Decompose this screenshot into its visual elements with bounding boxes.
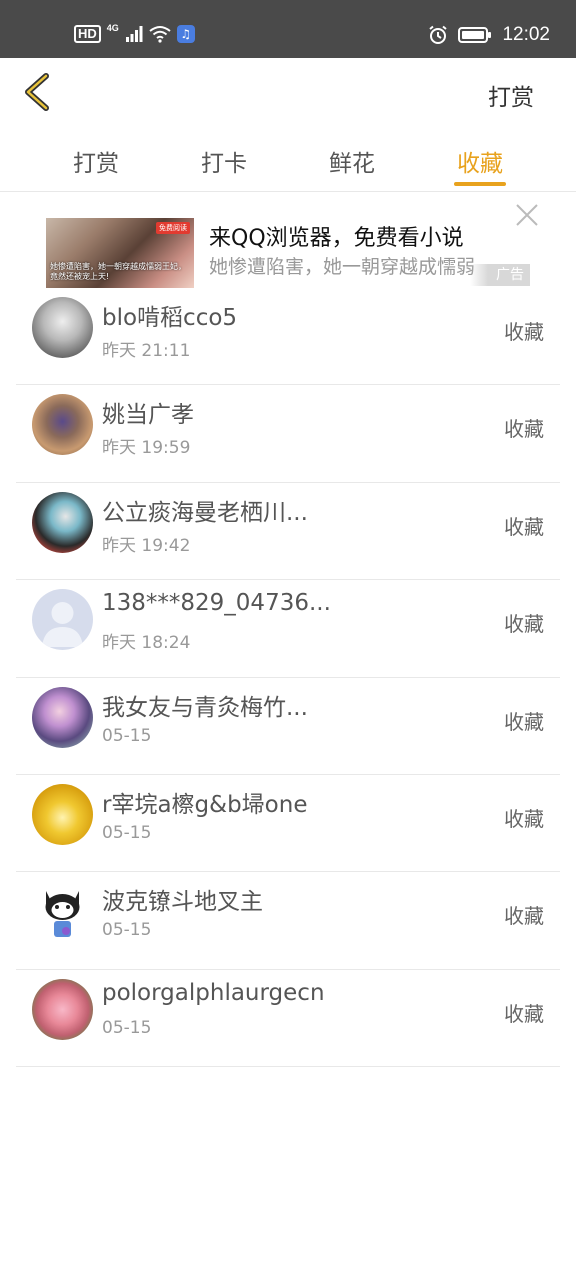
tab-favorites[interactable]: 收藏 <box>440 144 520 178</box>
avatar <box>32 491 93 553</box>
avatar <box>32 686 93 748</box>
favorite-label: 收藏 <box>504 612 544 637</box>
list-item[interactable]: polorgalphlaurgecn 05-15 收藏 <box>16 970 560 1068</box>
avatar <box>32 297 93 358</box>
favorite-label: 收藏 <box>504 1001 544 1026</box>
user-name: r宰垸a檫g&b埽one <box>102 791 308 818</box>
item-time: 昨天 19:42 <box>102 535 191 556</box>
status-right: 12:02 <box>428 22 550 48</box>
close-icon <box>516 204 538 226</box>
list-item[interactable]: 波克镣斗地叉主 05-15 收藏 <box>16 872 560 970</box>
user-name: 我女友与青灸梅竹... <box>102 694 308 721</box>
ad-title[interactable]: 来QQ浏览器，免费看小说 <box>209 220 464 252</box>
ad-description: 她惨遭陷害，她一朝穿越成懦弱 <box>209 256 476 278</box>
favorite-label: 收藏 <box>504 320 544 344</box>
tab-flowers[interactable]: 鲜花 <box>312 144 392 178</box>
favorite-label: 收藏 <box>504 904 544 929</box>
item-time: 05-15 <box>102 725 152 746</box>
avatar <box>32 783 93 845</box>
list-item[interactable]: blo啃稻cco5 昨天 21:11 收藏 <box>16 288 560 386</box>
cat-avatar-icon <box>45 891 80 938</box>
favorite-label: 收藏 <box>504 514 544 539</box>
ad-close-button[interactable] <box>514 202 540 228</box>
hd-icon: HD <box>74 25 101 43</box>
signal-icon <box>125 26 143 42</box>
back-button[interactable] <box>18 70 58 114</box>
avatar <box>32 394 93 456</box>
status-bar: HD 4G ♫ 12:02 <box>0 0 576 58</box>
list-item[interactable]: 姚当广孝 昨天 19:59 收藏 <box>16 385 560 483</box>
tab-reward[interactable]: 打赏 <box>56 144 136 178</box>
avatar <box>32 881 93 943</box>
clock: 12:02 <box>502 24 550 45</box>
item-time: 05-15 <box>102 1017 152 1038</box>
favorites-list: blo啃稻cco5 昨天 21:11 收藏 姚当广孝 昨天 19:59 收藏 公… <box>16 288 560 1068</box>
tab-bar: 打赏 打卡 鲜花 收藏 <box>0 134 576 192</box>
favorite-label: 收藏 <box>504 806 544 831</box>
user-name: 波克镣斗地叉主 <box>102 889 263 916</box>
list-item[interactable]: 公立痰海曼老栖川... 昨天 19:42 收藏 <box>16 483 560 581</box>
reward-button[interactable]: 打赏 <box>488 78 534 112</box>
music-app-icon: ♫ <box>176 25 195 43</box>
user-name: 公立痰海曼老栖川... <box>102 499 308 526</box>
item-time: 05-15 <box>102 920 152 941</box>
status-left: HD 4G ♫ <box>74 22 195 46</box>
user-name: polorgalphlaurgecn <box>102 979 325 1006</box>
header: 打赏 <box>0 58 576 130</box>
ad-label: 广告 <box>470 264 530 286</box>
default-avatar-icon <box>42 602 83 648</box>
wifi-icon <box>149 26 171 43</box>
user-name: blo啃稻cco5 <box>102 305 238 331</box>
ad-banner[interactable]: 免费阅读 她惨遭陷害，她一朝穿越成懦弱王妃，竟然还被宠上天! 来QQ浏览器，免费… <box>16 196 560 288</box>
item-time: 昨天 18:24 <box>102 633 191 654</box>
avatar <box>32 589 93 651</box>
ad-image-badge: 免费阅读 <box>156 222 190 234</box>
network-type-label: 4G <box>106 23 119 33</box>
list-item[interactable]: 138***829_04736... 昨天 18:24 收藏 <box>16 580 560 678</box>
list-item[interactable]: 我女友与青灸梅竹... 05-15 收藏 <box>16 678 560 775</box>
favorite-label: 收藏 <box>504 417 544 442</box>
tab-active-indicator <box>454 182 506 186</box>
tab-checkin[interactable]: 打卡 <box>184 144 264 178</box>
user-name: 138***829_04736... <box>102 590 331 617</box>
ad-image-text: 她惨遭陷害，她一朝穿越成懦弱王妃，竟然还被宠上天! <box>50 262 186 281</box>
favorite-label: 收藏 <box>504 709 544 734</box>
avatar <box>32 978 93 1040</box>
item-time: 05-15 <box>102 822 152 843</box>
battery-icon <box>458 27 492 43</box>
list-item[interactable]: r宰垸a檫g&b埽one 05-15 收藏 <box>16 775 560 873</box>
alarm-icon <box>429 25 448 44</box>
ad-image[interactable]: 免费阅读 她惨遭陷害，她一朝穿越成懦弱王妃，竟然还被宠上天! <box>46 218 194 288</box>
item-time: 昨天 21:11 <box>102 341 191 361</box>
user-name: 姚当广孝 <box>102 402 194 429</box>
chevron-left-icon <box>25 73 49 111</box>
item-time: 昨天 19:59 <box>102 438 191 459</box>
